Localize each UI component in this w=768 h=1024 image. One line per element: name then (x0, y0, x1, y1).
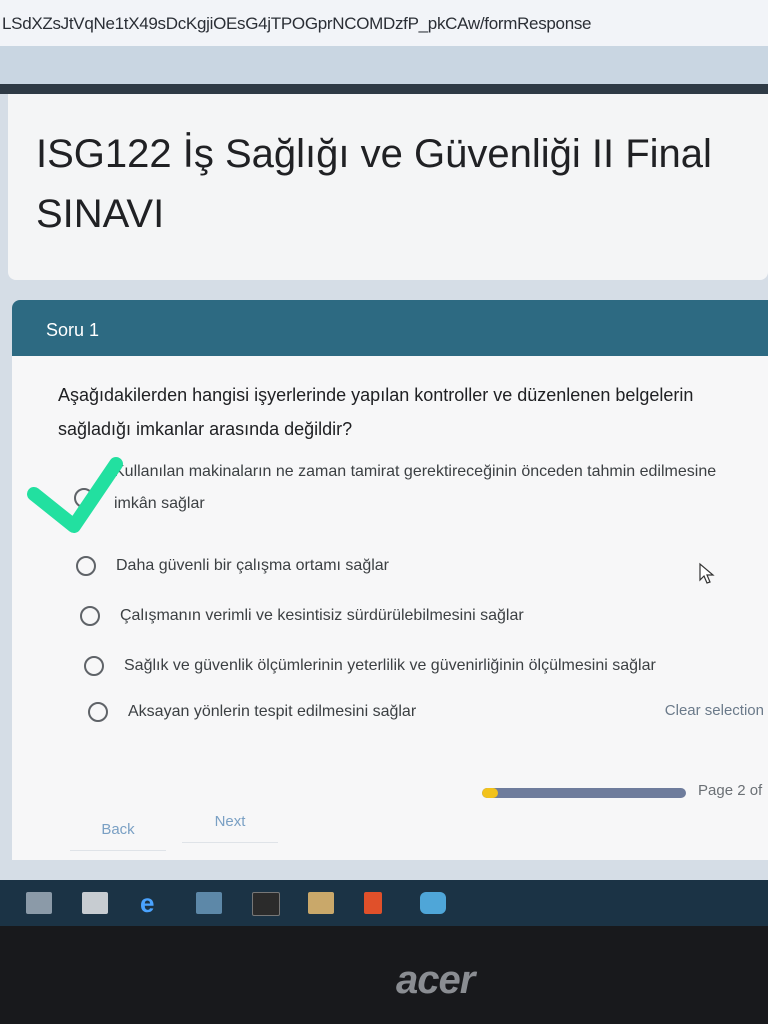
page-indicator: Page 2 of (698, 782, 763, 799)
progress-fill (482, 788, 499, 798)
address-bar[interactable]: LSdXZsJtVqNe1tX49sDcKgjiOEsG4jTPOGprNCOM… (0, 0, 768, 47)
green-checkmark-annotation (27, 457, 123, 533)
radio-icon[interactable] (88, 702, 108, 722)
option-4-label: Sağlık ve güvenlik ölçümlerinin yeterlil… (124, 657, 656, 674)
windows-taskbar: e (0, 880, 768, 926)
internet-explorer-icon[interactable]: e (140, 890, 166, 916)
option-1-label: Kullanılan makinaların ne zaman tamirat … (114, 463, 717, 480)
clear-selection-link[interactable]: Clear selection (665, 702, 764, 719)
question-number: Soru 1 (46, 320, 100, 340)
radio-icon[interactable] (84, 656, 104, 676)
option-2-label: Daha güvenli bir çalışma ortamı sağlar (116, 557, 390, 574)
screen: LSdXZsJtVqNe1tX49sDcKgjiOEsG4jTPOGprNCOM… (0, 0, 768, 880)
option-5[interactable]: Aksayan yönlerin tespit edilmesini sağla… (88, 698, 688, 730)
file-explorer-icon[interactable] (26, 892, 52, 914)
radio-icon[interactable] (76, 556, 96, 576)
meeting-app-icon[interactable] (420, 892, 446, 914)
option-3-label: Çalışmanın verimli ve kesintisiz sürdürü… (120, 607, 524, 624)
question-header: Soru 1 (12, 300, 768, 356)
radio-icon[interactable] (80, 606, 100, 626)
question-text: Aşağıdakilerden hangisi işyerlerinde yap… (58, 385, 694, 439)
option-3[interactable]: Çalışmanın verimli ve kesintisiz sürdürü… (80, 602, 680, 634)
url-text[interactable]: LSdXZsJtVqNe1tX49sDcKgjiOEsG4jTPOGprNCOM… (2, 14, 592, 34)
mouse-cursor-icon (699, 562, 715, 584)
option-4[interactable]: Sağlık ve güvenlik ölçümlerinin yeterlil… (84, 652, 724, 684)
folder-icon[interactable] (82, 892, 108, 914)
office-icon[interactable] (364, 892, 382, 914)
form-accent-bar (0, 84, 768, 94)
next-button[interactable]: Next (182, 802, 278, 843)
back-button[interactable]: Back (70, 810, 166, 851)
laptop-bezel: acer (0, 926, 768, 1024)
form-title: ISG122 İş Sağlığı ve Güvenliği II Final … (36, 132, 712, 236)
checkmark-stroke (27, 457, 123, 533)
option-5-label: Aksayan yönlerin tespit edilmesini sağla… (128, 703, 417, 720)
store-icon[interactable] (308, 892, 334, 914)
photo-app-icon[interactable] (252, 892, 280, 916)
progress-bar (482, 788, 686, 798)
page-background-band (0, 46, 768, 84)
question-card: Soru 1 Aşağıdakilerden hangisi işyerleri… (12, 300, 768, 860)
option-1[interactable]: Kullanılan makinaların ne zaman tamirat … (74, 458, 764, 522)
option-2[interactable]: Daha güvenli bir çalışma ortamı sağlar (76, 552, 676, 584)
form-title-card: ISG122 İş Sağlığı ve Güvenliği II Final … (8, 94, 768, 280)
weather-icon[interactable] (196, 892, 222, 914)
laptop-brand-logo: acer (396, 958, 475, 1002)
